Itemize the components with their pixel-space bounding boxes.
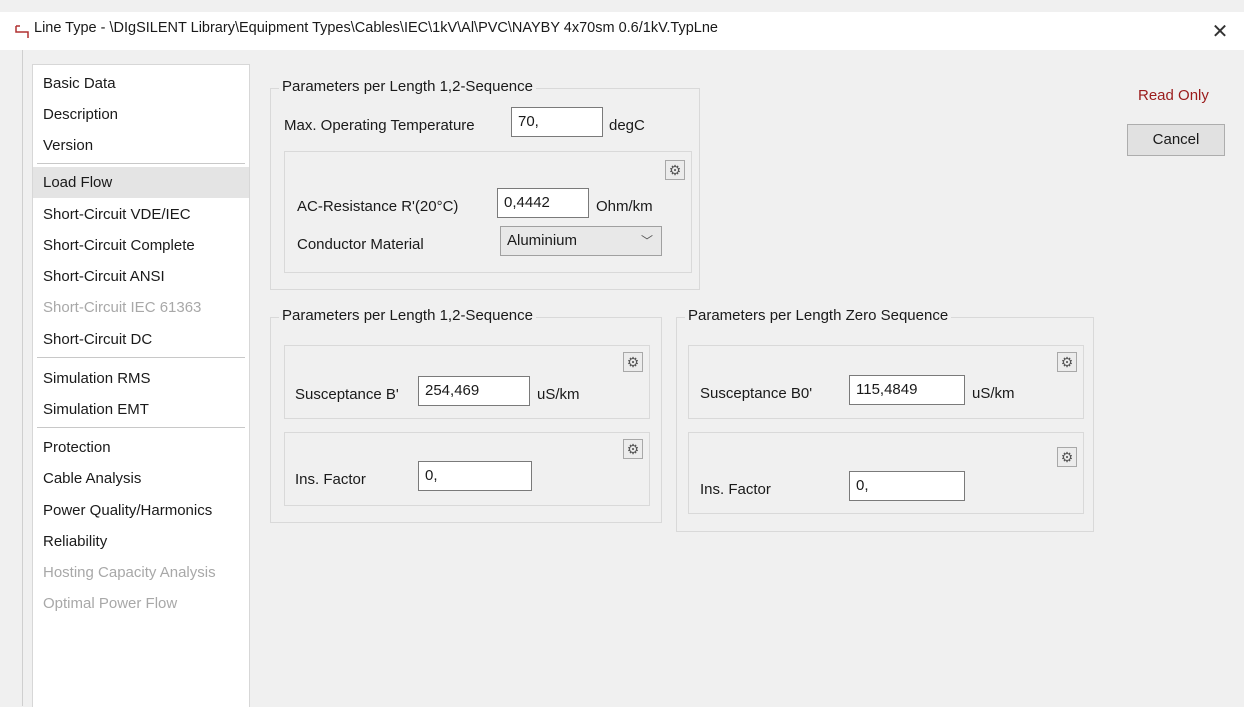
max-operating-temperature-unit: degC bbox=[609, 117, 645, 134]
conductor-material-label: Conductor Material bbox=[297, 236, 424, 253]
conductor-material-select[interactable]: Aluminium ﹀ bbox=[500, 226, 662, 256]
nav-item-short-circuit-vde-iec[interactable]: Short-Circuit VDE/IEC bbox=[33, 199, 249, 230]
nav-item-short-circuit-dc[interactable]: Short-Circuit DC bbox=[33, 324, 249, 355]
susceptance-unit: uS/km bbox=[537, 386, 580, 403]
conductor-material-value: Aluminium bbox=[507, 232, 578, 249]
read-only-indicator: Read Only bbox=[1138, 87, 1209, 104]
group-title: Parameters per Length Zero Sequence bbox=[685, 307, 952, 324]
max-operating-temperature-label: Max. Operating Temperature bbox=[284, 117, 475, 134]
group-title: Parameters per Length 1,2-Sequence bbox=[279, 307, 536, 324]
ac-resistance-unit: Ohm/km bbox=[596, 198, 653, 215]
cancel-button[interactable]: Cancel bbox=[1127, 124, 1225, 156]
nav-item-version[interactable]: Version bbox=[33, 130, 249, 161]
nav-item-simulation-emt[interactable]: Simulation EMT bbox=[33, 394, 249, 425]
ac-resistance-label: AC-Resistance R'(20°C) bbox=[297, 198, 459, 215]
nav-item-load-flow[interactable]: Load Flow bbox=[33, 167, 249, 198]
gear-icon[interactable]: ⚙ bbox=[1057, 447, 1077, 467]
window-title: Line Type - \DIgSILENT Library\Equipment… bbox=[34, 20, 718, 36]
nav-item-simulation-rms[interactable]: Simulation RMS bbox=[33, 363, 249, 394]
nav-item-power-quality-harmonics[interactable]: Power Quality/Harmonics bbox=[33, 495, 249, 526]
nav-separator bbox=[37, 163, 245, 164]
susceptance-panel: ⚙ Susceptance B' 254,469 uS/km bbox=[284, 345, 650, 419]
chevron-down-icon: ﹀ bbox=[640, 234, 653, 248]
nav-item-hosting-capacity-analysis: Hosting Capacity Analysis bbox=[43, 564, 216, 581]
ins-factor-label: Ins. Factor bbox=[295, 471, 366, 488]
ac-resistance-panel: ⚙ AC-Resistance R'(20°C) 0,4442 Ohm/km C… bbox=[284, 151, 692, 273]
close-button[interactable]: ✕ bbox=[1202, 12, 1238, 50]
group-parameters-12-sequence-top: Parameters per Length 1,2-Sequence Max. … bbox=[270, 78, 700, 290]
max-operating-temperature-input[interactable]: 70, bbox=[511, 107, 603, 137]
nav-item-optimal-power-flow: Optimal Power Flow bbox=[43, 595, 178, 612]
susceptance-input[interactable]: 254,469 bbox=[418, 376, 530, 406]
group-title: Parameters per Length 1,2-Sequence bbox=[279, 78, 536, 95]
gear-icon[interactable]: ⚙ bbox=[1057, 352, 1077, 372]
zero-susceptance-label: Susceptance B0' bbox=[700, 385, 813, 402]
nav-item-short-circuit-complete[interactable]: Short-Circuit Complete bbox=[33, 230, 249, 261]
nav-item-protection[interactable]: Protection bbox=[33, 432, 249, 463]
nav-item-short-circuit-iec-61363: Short-Circuit IEC 61363 bbox=[43, 299, 202, 316]
group-parameters-12-sequence-bottom: Parameters per Length 1,2-Sequence ⚙ Sus… bbox=[270, 307, 662, 523]
zero-susceptance-input[interactable]: 115,4849 bbox=[849, 375, 965, 405]
nav-separator bbox=[37, 427, 245, 428]
line-type-icon bbox=[15, 25, 29, 38]
ins-factor-input[interactable]: 0, bbox=[418, 461, 532, 491]
nav-item-description[interactable]: Description bbox=[33, 99, 249, 130]
page-navigation-list: Basic Data Description Version Load Flow… bbox=[32, 64, 250, 707]
susceptance-label: Susceptance B' bbox=[295, 386, 399, 403]
gear-icon[interactable]: ⚙ bbox=[665, 160, 685, 180]
group-parameters-zero-sequence: Parameters per Length Zero Sequence ⚙ Su… bbox=[676, 307, 1094, 532]
zero-susceptance-panel: ⚙ Susceptance B0' 115,4849 uS/km bbox=[688, 345, 1084, 419]
gear-icon[interactable]: ⚙ bbox=[623, 439, 643, 459]
nav-separator bbox=[37, 357, 245, 358]
ac-resistance-input[interactable]: 0,4442 bbox=[497, 188, 589, 218]
zero-ins-factor-label: Ins. Factor bbox=[700, 481, 771, 498]
zero-ins-factor-input[interactable]: 0, bbox=[849, 471, 965, 501]
nav-item-basic-data[interactable]: Basic Data bbox=[33, 68, 249, 99]
ins-factor-panel: ⚙ Ins. Factor 0, bbox=[284, 432, 650, 506]
close-icon: ✕ bbox=[1211, 20, 1229, 43]
left-frame bbox=[0, 50, 23, 706]
nav-item-short-circuit-ansi[interactable]: Short-Circuit ANSI bbox=[33, 261, 249, 292]
zero-susceptance-unit: uS/km bbox=[972, 385, 1015, 402]
nav-item-cable-analysis[interactable]: Cable Analysis bbox=[33, 463, 249, 494]
zero-ins-factor-panel: ⚙ Ins. Factor 0, bbox=[688, 432, 1084, 514]
gear-icon[interactable]: ⚙ bbox=[623, 352, 643, 372]
nav-item-reliability[interactable]: Reliability bbox=[33, 526, 249, 557]
